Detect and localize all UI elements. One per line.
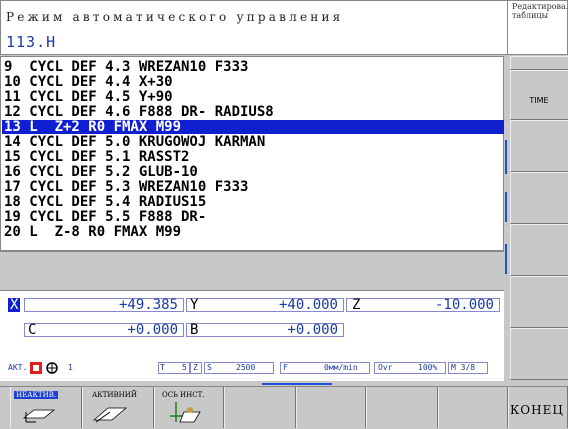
program-line[interactable]: 12 CYCL DEF 4.6 F888 DR- RADIUS8 [2,105,504,119]
program-line[interactable]: 20 L Z-8 R0 FMAX M99 [2,225,504,239]
program-line[interactable]: 15 CYCL DEF 5.1 RASST2 [2,150,504,164]
b-axis-value: +0.000 [287,322,338,338]
status-f-label: F [283,363,288,372]
softkey-inactive-label: НЕАКТИВ. [14,391,59,399]
status-act-label: АКТ. [8,363,28,372]
softkey-empty-4[interactable] [224,387,296,428]
status-s-label-2: S [207,363,212,372]
status-t-label: T [160,363,165,372]
active-plane-icon [92,407,128,423]
blank-area [0,251,504,290]
program-line[interactable]: 11 CYCL DEF 4.5 Y+90 [2,90,504,104]
softkey-right-top[interactable] [510,56,568,70]
program-file-name: 113.H [6,33,57,51]
program-line[interactable]: 16 CYCL DEF 5.2 GLUB-10 [2,165,504,179]
mode-title: Режим автоматического управления [6,10,344,24]
program-line[interactable]: 19 CYCL DEF 5.5 F888 DR- [2,210,504,224]
status-s-label: 5 [182,363,187,372]
softkey-tool-axis-label: ОСЬ ИНСТ. [162,391,205,399]
c-axis-value: +0.000 [127,322,178,338]
program-line[interactable]: 17 CYCL DEF 5.3 WREZAN10 F333 [2,180,504,194]
softkey-time[interactable] [510,70,568,120]
program-line[interactable]: 9 CYCL DEF 4.3 WREZAN10 F333 [2,60,504,74]
tool-icon [30,362,42,374]
y-axis-value: +40.000 [278,297,338,313]
softkey-end-label: КОНЕЦ [510,403,564,417]
y-axis-label: Y [190,297,199,313]
softkey-right-7[interactable] [510,328,568,380]
program-line[interactable]: 10 CYCL DEF 4.4 X+30 [2,75,504,89]
x-axis-label: X [8,297,21,313]
status-ovr-label: Ovr [378,363,393,372]
status-m: M 3/8 [451,363,476,372]
softkey-right-6[interactable] [510,276,568,328]
tool-axis-icon [170,402,201,423]
program-line-selected[interactable]: 13 L Z+2 R0 FMAX M99 [2,120,504,134]
inactive-plane-icon [22,409,56,423]
b-axis-label: B [190,322,199,338]
softkey-empty-7[interactable] [438,387,508,428]
z-axis-label: Z [352,297,361,313]
softkey-page-indicator [262,383,332,385]
softkey-right-5[interactable] [510,224,568,276]
softkey-active-label: АКТИВНИЙ [92,391,137,399]
status-tool-number: 1 [68,363,73,372]
c-axis-label: C [28,322,37,338]
scroll-marker [505,192,507,222]
softkey-empty-5[interactable] [296,387,366,428]
softkey-time-label: TIME [529,96,549,105]
x-axis-value: +49.385 [118,297,178,313]
softkey-right-3[interactable] [510,120,568,172]
status-feed: 0мм/min [324,363,358,372]
program-line[interactable]: 14 CYCL DEF 5.0 KRUGOWOJ KARMAN [2,135,504,149]
scroll-marker [505,244,507,274]
softkey-right-4[interactable] [510,172,568,224]
spindle-icon [46,362,58,374]
z-axis-value: -10.000 [434,297,494,313]
status-speed: 2500 [236,363,256,372]
softkey-empty-6[interactable] [366,387,438,428]
status-z-label: Z [193,363,198,372]
program-listing[interactable]: 9 CYCL DEF 4.3 WREZAN10 F333 10 CYCL DEF… [0,56,504,251]
program-line[interactable]: 18 CYCL DEF 5.4 RADIUS15 [2,195,504,209]
header-panel [0,0,508,55]
status-ovr: 100% [418,363,438,372]
edit-table-mode-label: Редактирова. таблицы [512,2,568,20]
scroll-marker [505,140,507,174]
